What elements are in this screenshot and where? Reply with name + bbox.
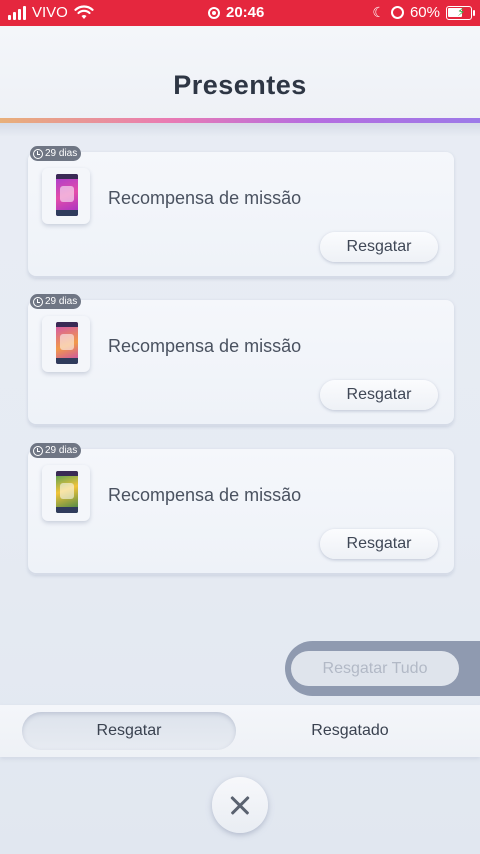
gift-title: Recompensa de missão bbox=[108, 188, 302, 208]
carrier-label: VIVO bbox=[32, 4, 68, 21]
wifi-icon bbox=[74, 4, 94, 19]
status-center: 20:46 bbox=[208, 4, 264, 21]
header-shadow bbox=[0, 123, 480, 137]
signal-icon bbox=[8, 5, 26, 20]
rotation-lock-icon bbox=[390, 6, 404, 19]
expiry-badge: 29 dias bbox=[30, 443, 82, 458]
gift-card: 29 dias Recompensa de missão Resgatar bbox=[28, 146, 454, 278]
clock-icon bbox=[33, 445, 43, 456]
tab-resgatado[interactable]: Resgatado bbox=[244, 712, 456, 750]
clock-icon bbox=[33, 296, 43, 307]
expiry-badge: 29 dias bbox=[30, 146, 82, 161]
reward-thumbnail bbox=[42, 316, 90, 372]
gift-title: Recompensa de missão bbox=[108, 485, 302, 505]
claim-all-button[interactable]: Resgatar Tudo bbox=[291, 651, 459, 686]
expiry-days: 29 dias bbox=[45, 445, 78, 456]
battery-charging-icon: ⚡ bbox=[446, 5, 475, 20]
close-button[interactable] bbox=[212, 777, 268, 833]
gift-card: 29 dias Recompensa de missão Resgatar bbox=[28, 443, 454, 575]
expiry-days: 29 dias bbox=[45, 148, 78, 159]
expiry-days: 29 dias bbox=[45, 296, 78, 307]
claim-all-container: Resgatar Tudo bbox=[285, 641, 480, 696]
tab-resgatar[interactable]: Resgatar bbox=[22, 712, 236, 750]
card-pack-icon bbox=[56, 471, 78, 513]
claim-button[interactable]: Resgatar bbox=[320, 529, 438, 559]
status-right: ☾ 60% ⚡ bbox=[372, 4, 475, 21]
clock-time: 20:46 bbox=[226, 4, 265, 21]
card-pack-icon bbox=[56, 174, 78, 216]
gift-title: Recompensa de missão bbox=[108, 336, 302, 356]
status-bar: VIVO 20:46 ☾ 60% ⚡ bbox=[0, 0, 480, 26]
battery-percent: 60% bbox=[409, 4, 440, 21]
gift-card: 29 dias Recompensa de missão Resgatar bbox=[28, 294, 454, 426]
expiry-badge: 29 dias bbox=[30, 294, 82, 309]
reward-thumbnail bbox=[42, 465, 90, 521]
status-left: VIVO bbox=[8, 4, 94, 21]
moon-icon: ☾ bbox=[372, 4, 385, 20]
claim-button[interactable]: Resgatar bbox=[320, 232, 438, 262]
clock-icon bbox=[33, 148, 43, 159]
page-title: Presentes bbox=[173, 70, 307, 100]
claim-button[interactable]: Resgatar bbox=[320, 380, 438, 410]
tab-bar: Resgatar Resgatado bbox=[0, 705, 480, 757]
screen-record-icon bbox=[208, 6, 220, 19]
reward-thumbnail bbox=[42, 168, 90, 224]
card-pack-icon bbox=[56, 322, 78, 364]
